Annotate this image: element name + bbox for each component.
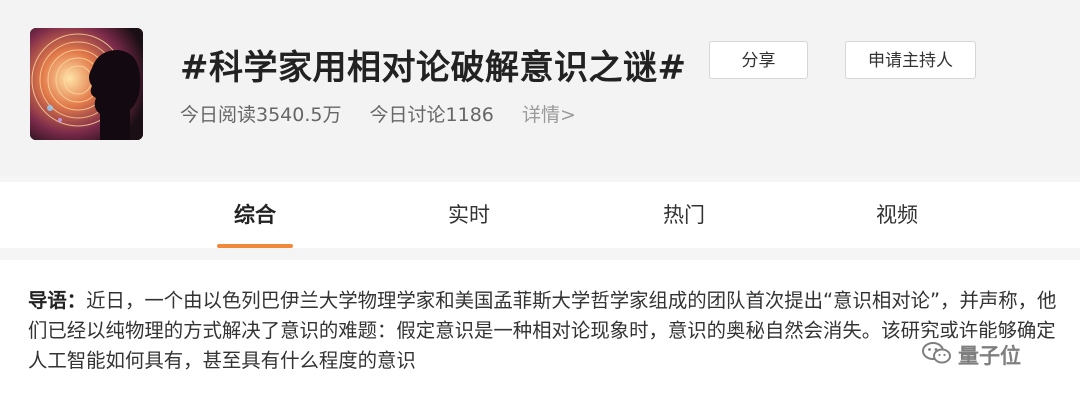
tab-comprehensive[interactable]: 综合	[195, 182, 315, 248]
intro-lead-label: 导语：	[28, 289, 87, 312]
topic-stats: 今日阅读3540.5万 今日讨论1186 详情>	[180, 100, 598, 127]
apply-host-button[interactable]: 申请主持人	[845, 41, 976, 79]
tab-bar: 综合 实时 热门 视频	[0, 182, 1080, 248]
discussion-count: 今日讨论1186	[369, 104, 494, 126]
topic-header: #科学家用相对论破解意识之谜# 今日阅读3540.5万 今日讨论1186 详情>…	[0, 0, 1080, 176]
tab-realtime[interactable]: 实时	[409, 182, 529, 248]
tab-hot[interactable]: 热门	[624, 182, 744, 248]
tab-video[interactable]: 视频	[837, 182, 957, 248]
intro-paragraph: 导语：近日，一个由以色列巴伊兰大学物理学家和美国孟菲斯大学哲学家组成的团队首次提…	[28, 286, 1064, 376]
tab-label: 热门	[663, 203, 705, 227]
detail-link[interactable]: 详情>	[522, 104, 576, 126]
source-watermark: 量子位	[918, 338, 1025, 372]
read-count: 今日阅读3540.5万	[180, 104, 342, 126]
tab-label: 视频	[876, 203, 918, 227]
watermark-text: 量子位	[958, 344, 1021, 368]
topic-intro: 导语：近日，一个由以色列巴伊兰大学物理学家和美国孟菲斯大学哲学家组成的团队首次提…	[0, 260, 1080, 404]
intro-text: 近日，一个由以色列巴伊兰大学物理学家和美国孟菲斯大学哲学家组成的团队首次提出“意…	[28, 289, 1057, 372]
topic-cover-image	[30, 28, 143, 140]
wechat-icon	[922, 341, 952, 370]
tab-label: 综合	[234, 203, 276, 227]
topic-title: #科学家用相对论破解意识之谜#	[180, 48, 687, 88]
share-button[interactable]: 分享	[709, 41, 808, 79]
active-tab-indicator	[217, 244, 293, 248]
tab-label: 实时	[448, 203, 490, 227]
